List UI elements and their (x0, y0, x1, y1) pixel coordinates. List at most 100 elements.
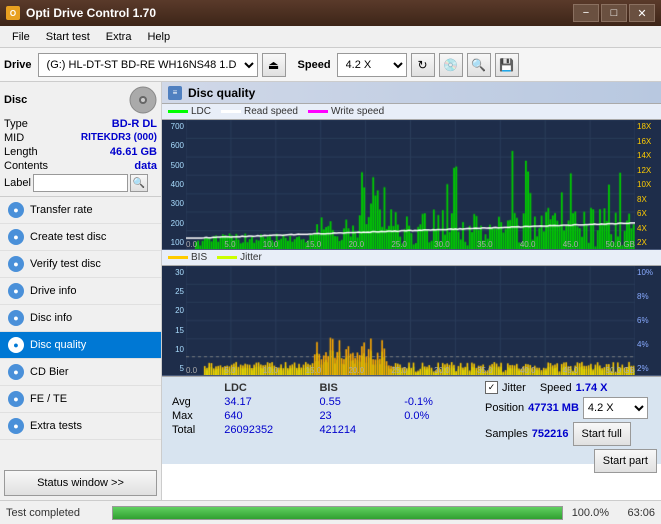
speed-label: Speed (298, 59, 331, 71)
upper-chart-canvas (186, 120, 635, 249)
start-full-button[interactable]: Start full (573, 422, 631, 446)
total-bis-value: 421214 (315, 423, 390, 437)
sidebar-item-disc-quality[interactable]: ●Disc quality (0, 332, 161, 359)
jitter-label-legend: Jitter (240, 252, 262, 263)
scan-button[interactable]: 🔍 (467, 53, 491, 77)
disc-mid-row: MID RITEKDR3 (000) (4, 132, 157, 144)
menu-start-test[interactable]: Start test (38, 30, 98, 44)
disc-length-value: 46.61 GB (110, 146, 157, 158)
stats-right: ✓ Jitter Speed 1.74 X Position 47731 MB … (481, 377, 661, 464)
menubar: File Start test Extra Help (0, 26, 661, 48)
refresh-button[interactable]: ↻ (411, 53, 435, 77)
sidebar-item-drive-info[interactable]: ●Drive info (0, 278, 161, 305)
sidebar-item-disc-info[interactable]: ●Disc info (0, 305, 161, 332)
stats-speed-header (462, 381, 475, 395)
lower-chart-canvas (186, 266, 635, 375)
stats-table: LDC BIS Avg 34.17 0.55 -0.1% Max (162, 377, 481, 464)
sidebar-item-extra-tests[interactable]: ●Extra tests (0, 413, 161, 440)
eject-button[interactable]: ⏏ (262, 53, 286, 77)
legend-ldc: LDC (168, 106, 211, 117)
disc-label-input[interactable] (33, 174, 128, 192)
upper-y-axis-right: 18X 16X 14X 12X 10X 8X 6X 4X 2X (635, 120, 661, 249)
ldc-label: LDC (191, 106, 211, 117)
read-speed-color (221, 110, 241, 113)
start-part-row: Start part (485, 449, 657, 473)
max-jitter-value: 0.0% (400, 409, 461, 423)
position-row: Position 47731 MB 4.2 X (485, 397, 657, 419)
nav-label-drive-info: Drive info (30, 285, 76, 297)
samples-row: Samples 752216 Start full (485, 422, 657, 446)
drive-select[interactable]: (G:) HL-DT-ST BD-RE WH16NS48 1.D3 (38, 53, 258, 77)
disc-type-row: Type BD-R DL (4, 118, 157, 130)
minimize-button[interactable]: − (573, 4, 599, 22)
nav-icon-disc-info: ● (8, 310, 24, 326)
lower-x-axis: 0.0 5.0 10.0 15.0 20.0 25.0 30.0 35.0 40… (186, 366, 635, 375)
samples-value: 752216 (532, 428, 569, 440)
stats-empty-header (168, 381, 220, 395)
avg-label: Avg (168, 395, 220, 409)
sidebar-item-transfer-rate[interactable]: ●Transfer rate (0, 197, 161, 224)
disc-quality-header: ≡ Disc quality (162, 82, 661, 104)
sidebar-item-verify-test[interactable]: ●Verify test disc (0, 251, 161, 278)
sidebar-item-fe-te[interactable]: ●FE / TE (0, 386, 161, 413)
write-speed-color (308, 110, 328, 113)
max-label: Max (168, 409, 220, 423)
disc-contents-row: Contents data (4, 160, 157, 172)
legend-read-speed: Read speed (221, 106, 298, 117)
avg-bis-value: 0.55 (315, 395, 390, 409)
app-icon: O (6, 6, 20, 20)
speed-dropdown[interactable]: 4.2 X (583, 397, 648, 419)
upper-y-axis-left: 700 600 500 400 300 200 100 (162, 120, 186, 249)
nav-icon-disc-quality: ● (8, 337, 24, 353)
disc-mid-value: RITEKDR3 (000) (81, 132, 157, 144)
toolbar: Drive (G:) HL-DT-ST BD-RE WH16NS48 1.D3 … (0, 48, 661, 82)
max-bis-value: 23 (315, 409, 390, 423)
sidebar: Disc Type BD-R DL MID RITEKDR3 (000) Len… (0, 82, 162, 500)
disc-label-btn[interactable]: 🔍 (130, 174, 148, 192)
position-label: Position (485, 402, 524, 414)
disc-length-row: Length 46.61 GB (4, 146, 157, 158)
sidebar-item-cd-bler[interactable]: ●CD Bier (0, 359, 161, 386)
menu-extra[interactable]: Extra (98, 30, 140, 44)
menu-file[interactable]: File (4, 30, 38, 44)
sidebar-item-create-test[interactable]: ●Create test disc (0, 224, 161, 251)
stats-bis-header: BIS (315, 381, 390, 395)
status-text: Test completed (6, 507, 106, 519)
nav-icon-cd-bler: ● (8, 364, 24, 380)
stats-jitter-header (400, 381, 461, 395)
ldc-color (168, 110, 188, 113)
upper-x-axis: 0.0 5.0 10.0 15.0 20.0 25.0 30.0 35.0 40… (186, 240, 635, 249)
jitter-color (217, 256, 237, 259)
burn-button[interactable]: 💿 (439, 53, 463, 77)
close-button[interactable]: ✕ (629, 4, 655, 22)
nav-icon-fe-te: ● (8, 391, 24, 407)
disc-icon (129, 86, 157, 114)
titlebar-controls: − □ ✕ (573, 4, 655, 22)
menu-help[interactable]: Help (139, 30, 178, 44)
disc-contents-label: Contents (4, 160, 48, 172)
disc-panel-title: Disc (4, 94, 27, 106)
read-speed-label: Read speed (244, 106, 298, 117)
status-window-button[interactable]: Status window >> (4, 470, 157, 496)
jitter-checkbox[interactable]: ✓ (485, 381, 498, 394)
disc-quality-icon: ≡ (168, 86, 182, 100)
speed-select[interactable]: 4.2 X (337, 53, 407, 77)
legend-write-speed: Write speed (308, 106, 384, 117)
titlebar: O Opti Drive Control 1.70 − □ ✕ (0, 0, 661, 26)
start-part-button[interactable]: Start part (594, 449, 657, 473)
lower-y-axis-left: 30 25 20 15 10 5 (162, 266, 186, 375)
total-ldc-value: 26092352 (220, 423, 315, 437)
bis-color (168, 256, 188, 259)
jitter-row: ✓ Jitter Speed 1.74 X (485, 381, 657, 394)
nav-icon-create-test: ● (8, 229, 24, 245)
disc-length-label: Length (4, 146, 38, 158)
disc-label-label: Label (4, 177, 31, 189)
upper-chart-container: 700 600 500 400 300 200 100 18X 16X 14X … (162, 120, 661, 250)
legend-bis: BIS (168, 252, 207, 263)
progress-percent: 100.0% (569, 507, 609, 519)
save-button[interactable]: 💾 (495, 53, 519, 77)
maximize-button[interactable]: □ (601, 4, 627, 22)
avg-jitter-value: -0.1% (400, 395, 461, 409)
drive-label: Drive (4, 59, 32, 71)
disc-mid-label: MID (4, 132, 24, 144)
